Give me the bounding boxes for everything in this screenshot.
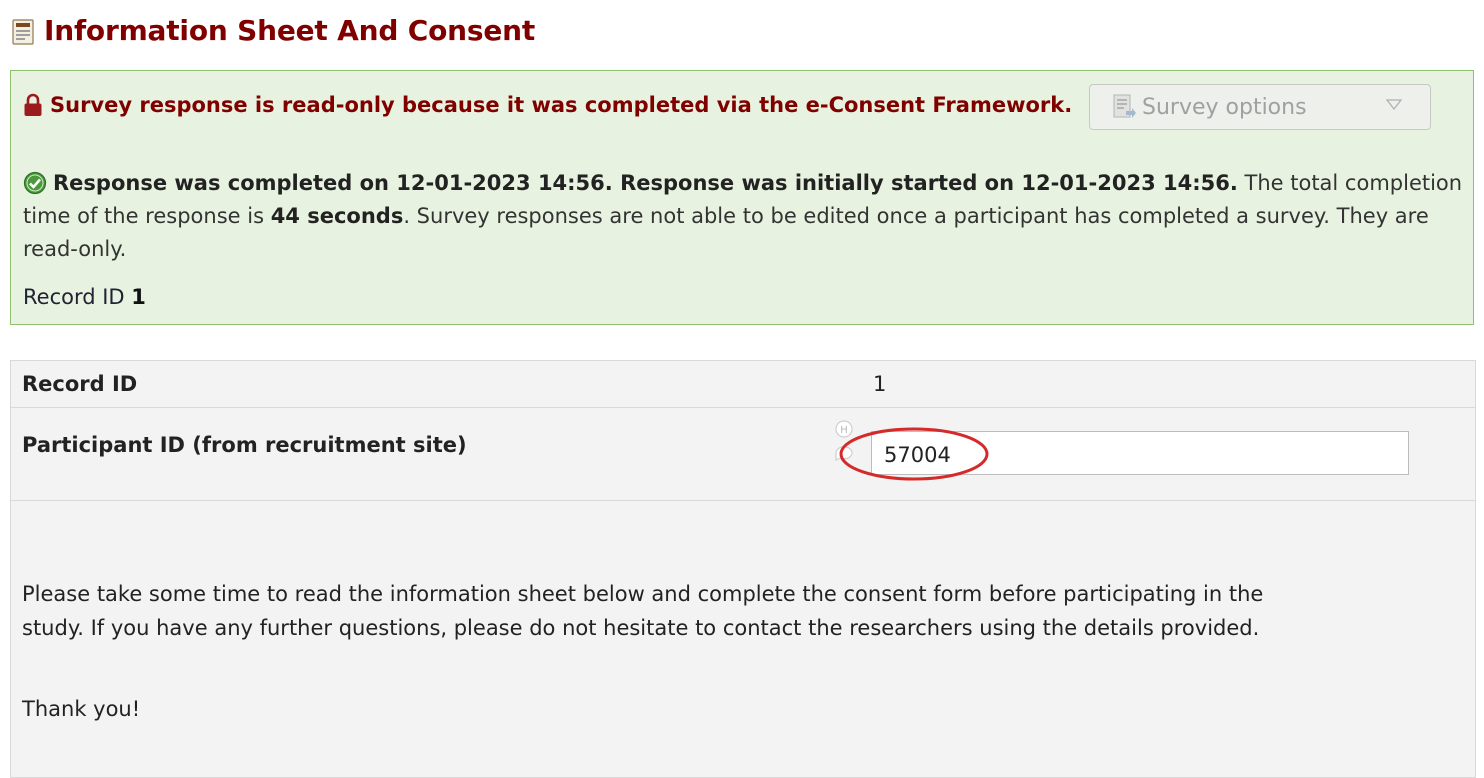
thanks-text: Thank you! — [22, 697, 141, 721]
survey-options-button[interactable]: Survey options — [1089, 84, 1431, 130]
completion-dates: Response was completed on 12-01-2023 14:… — [53, 171, 1238, 195]
survey-options-icon — [1113, 94, 1136, 118]
record-id-value: 1 — [873, 372, 887, 396]
completion-time: 44 seconds — [270, 204, 404, 228]
page-header: Information Sheet And Consent — [12, 8, 535, 52]
participant-id-label: Participant ID (from recruitment site) — [22, 433, 467, 457]
completion-message: Response was completed on 12-01-2023 14:… — [23, 167, 1463, 266]
readonly-message: Survey response is read-only because it … — [23, 93, 1072, 117]
survey-options-label: Survey options — [1142, 94, 1307, 120]
readonly-text: Survey response is read-only because it … — [50, 93, 1073, 117]
form-icon — [12, 19, 34, 45]
page-title: Information Sheet And Consent — [44, 13, 536, 47]
check-circle-icon — [23, 171, 47, 195]
record-id-summary: Record ID 1 — [23, 285, 146, 309]
record-id-summary-value: 1 — [131, 285, 146, 309]
intro-paragraph: Please take some time to read the inform… — [22, 582, 1264, 640]
survey-form: Record ID 1 Participant ID (from recruit… — [10, 360, 1476, 778]
record-id-summary-label: Record ID — [23, 285, 132, 309]
record-id-row: Record ID 1 — [11, 361, 1475, 408]
record-id-label: Record ID — [22, 372, 138, 396]
readonly-notice: Survey response is read-only because it … — [10, 70, 1474, 325]
participant-id-row: Participant ID (from recruitment site) H — [11, 407, 1475, 501]
chevron-down-icon — [1386, 99, 1402, 111]
lock-icon — [24, 93, 42, 116]
annotation-ellipse — [839, 427, 989, 481]
